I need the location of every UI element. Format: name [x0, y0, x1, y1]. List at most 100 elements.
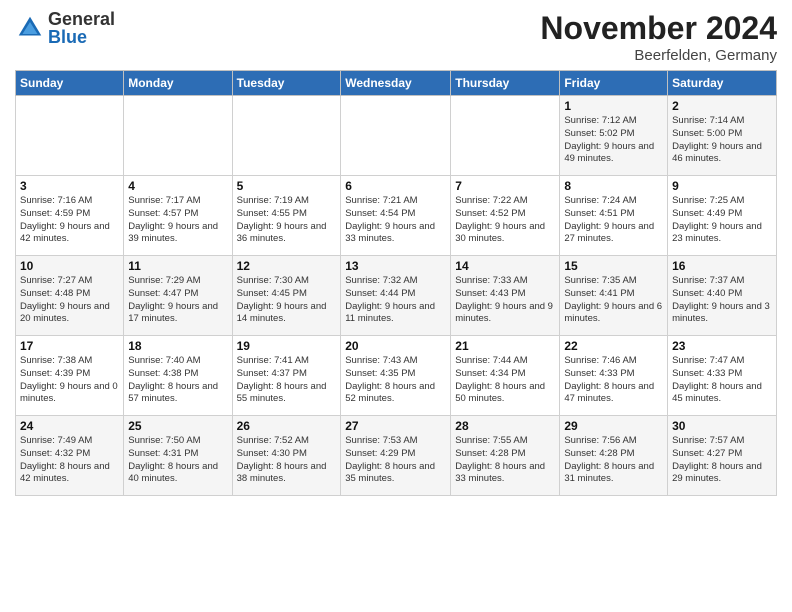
calendar-cell: 8Sunrise: 7:24 AM Sunset: 4:51 PM Daylig…: [560, 176, 668, 256]
calendar-cell: 4Sunrise: 7:17 AM Sunset: 4:57 PM Daylig…: [124, 176, 232, 256]
calendar-table: SundayMondayTuesdayWednesdayThursdayFrid…: [15, 70, 777, 496]
calendar-cell: 1Sunrise: 7:12 AM Sunset: 5:02 PM Daylig…: [560, 96, 668, 176]
day-number: 22: [564, 339, 663, 353]
day-number: 20: [345, 339, 446, 353]
day-info: Sunrise: 7:57 AM Sunset: 4:27 PM Dayligh…: [672, 435, 772, 486]
calendar-cell: 6Sunrise: 7:21 AM Sunset: 4:54 PM Daylig…: [341, 176, 451, 256]
calendar-cell: 5Sunrise: 7:19 AM Sunset: 4:55 PM Daylig…: [232, 176, 341, 256]
day-number: 19: [237, 339, 337, 353]
calendar-cell: 11 Sunrise: 7:29 AM Sunset: 4:47 PM Dayli…: [124, 256, 232, 336]
day-info: Sunrise: 7:40 AM Sunset: 4:38 PM Dayligh…: [128, 355, 227, 406]
day-info: Sunrise: 7:19 AM Sunset: 4:55 PM Dayligh…: [237, 195, 337, 246]
calendar-cell: 29 Sunrise: 7:56 AM Sunset: 4:28 PM Dayli…: [560, 416, 668, 496]
day-info: Sunrise: 7:33 AM Sunset: 4:43 PM Dayligh…: [455, 275, 555, 326]
day-info: Sunrise: 7:44 AM Sunset: 4:34 PM Dayligh…: [455, 355, 555, 406]
day-info: Sunrise: 7:43 AM Sunset: 4:35 PM Dayligh…: [345, 355, 446, 406]
calendar-cell: 24 Sunrise: 7:49 AM Sunset: 4:32 PM Dayli…: [16, 416, 124, 496]
day-number: 17: [20, 339, 119, 353]
calendar-cell: 19 Sunrise: 7:41 AM Sunset: 4:37 PM Dayli…: [232, 336, 341, 416]
day-number: 9: [672, 179, 772, 193]
page-container: General Blue November 2024 Beerfelden, G…: [0, 0, 792, 501]
day-info: Sunrise: 7:56 AM Sunset: 4:28 PM Dayligh…: [564, 435, 663, 486]
weekday-header-thursday: Thursday: [451, 71, 560, 96]
day-number: 7: [455, 179, 555, 193]
calendar-cell: [124, 96, 232, 176]
day-number: 26: [237, 419, 337, 433]
calendar-cell: 17 Sunrise: 7:38 AM Sunset: 4:39 PM Dayli…: [16, 336, 124, 416]
location: Beerfelden, Germany: [540, 47, 777, 64]
day-number: 24: [20, 419, 119, 433]
calendar-week-1: 1Sunrise: 7:12 AM Sunset: 5:02 PM Daylig…: [16, 96, 777, 176]
day-info: Sunrise: 7:52 AM Sunset: 4:30 PM Dayligh…: [237, 435, 337, 486]
weekday-header-tuesday: Tuesday: [232, 71, 341, 96]
calendar-cell: 23Sunrise: 7:47 AM Sunset: 4:33 PM Dayli…: [668, 336, 777, 416]
day-number: 15: [564, 259, 663, 273]
day-info: Sunrise: 7:55 AM Sunset: 4:28 PM Dayligh…: [455, 435, 555, 486]
calendar-cell: 22 Sunrise: 7:46 AM Sunset: 4:33 PM Dayli…: [560, 336, 668, 416]
day-info: Sunrise: 7:14 AM Sunset: 5:00 PM Dayligh…: [672, 115, 772, 166]
day-info: Sunrise: 7:12 AM Sunset: 5:02 PM Dayligh…: [564, 115, 663, 166]
calendar-cell: 30 Sunrise: 7:57 AM Sunset: 4:27 PM Dayli…: [668, 416, 777, 496]
day-info: Sunrise: 7:16 AM Sunset: 4:59 PM Dayligh…: [20, 195, 119, 246]
calendar-cell: 2 Sunrise: 7:14 AM Sunset: 5:00 PM Daylig…: [668, 96, 777, 176]
day-info: Sunrise: 7:47 AM Sunset: 4:33 PM Dayligh…: [672, 355, 772, 406]
logo-blue: Blue: [48, 28, 115, 46]
day-info: Sunrise: 7:49 AM Sunset: 4:32 PM Dayligh…: [20, 435, 119, 486]
calendar-header: SundayMondayTuesdayWednesdayThursdayFrid…: [16, 71, 777, 96]
weekday-header-monday: Monday: [124, 71, 232, 96]
calendar-cell: 9 Sunrise: 7:25 AM Sunset: 4:49 PM Daylig…: [668, 176, 777, 256]
calendar-week-4: 17 Sunrise: 7:38 AM Sunset: 4:39 PM Dayli…: [16, 336, 777, 416]
day-number: 29: [564, 419, 663, 433]
header: General Blue November 2024 Beerfelden, G…: [15, 10, 777, 64]
calendar-cell: 10 Sunrise: 7:27 AM Sunset: 4:48 PM Dayli…: [16, 256, 124, 336]
calendar-week-3: 10 Sunrise: 7:27 AM Sunset: 4:48 PM Dayli…: [16, 256, 777, 336]
day-number: 21: [455, 339, 555, 353]
logo: General Blue: [15, 10, 115, 46]
day-number: 13: [345, 259, 446, 273]
calendar-body: 1Sunrise: 7:12 AM Sunset: 5:02 PM Daylig…: [16, 96, 777, 496]
day-info: Sunrise: 7:35 AM Sunset: 4:41 PM Dayligh…: [564, 275, 663, 326]
day-number: 11: [128, 259, 227, 273]
logo-icon: [15, 13, 45, 43]
day-number: 8: [564, 179, 663, 193]
day-info: Sunrise: 7:46 AM Sunset: 4:33 PM Dayligh…: [564, 355, 663, 406]
logo-text: General Blue: [48, 10, 115, 46]
day-number: 27: [345, 419, 446, 433]
weekday-header-saturday: Saturday: [668, 71, 777, 96]
day-info: Sunrise: 7:32 AM Sunset: 4:44 PM Dayligh…: [345, 275, 446, 326]
day-info: Sunrise: 7:30 AM Sunset: 4:45 PM Dayligh…: [237, 275, 337, 326]
day-number: 2: [672, 99, 772, 113]
calendar-cell: [16, 96, 124, 176]
day-number: 6: [345, 179, 446, 193]
logo-general: General: [48, 10, 115, 28]
calendar-cell: 26 Sunrise: 7:52 AM Sunset: 4:30 PM Dayli…: [232, 416, 341, 496]
day-number: 10: [20, 259, 119, 273]
day-info: Sunrise: 7:22 AM Sunset: 4:52 PM Dayligh…: [455, 195, 555, 246]
calendar-cell: [232, 96, 341, 176]
weekday-header-friday: Friday: [560, 71, 668, 96]
day-info: Sunrise: 7:25 AM Sunset: 4:49 PM Dayligh…: [672, 195, 772, 246]
calendar-cell: 20 Sunrise: 7:43 AM Sunset: 4:35 PM Dayli…: [341, 336, 451, 416]
weekday-header-sunday: Sunday: [16, 71, 124, 96]
day-info: Sunrise: 7:41 AM Sunset: 4:37 PM Dayligh…: [237, 355, 337, 406]
day-info: Sunrise: 7:29 AM Sunset: 4:47 PM Dayligh…: [128, 275, 227, 326]
day-number: 30: [672, 419, 772, 433]
calendar-cell: 15 Sunrise: 7:35 AM Sunset: 4:41 PM Dayli…: [560, 256, 668, 336]
day-number: 3: [20, 179, 119, 193]
weekday-row: SundayMondayTuesdayWednesdayThursdayFrid…: [16, 71, 777, 96]
day-info: Sunrise: 7:37 AM Sunset: 4:40 PM Dayligh…: [672, 275, 772, 326]
calendar-cell: 3 Sunrise: 7:16 AM Sunset: 4:59 PM Daylig…: [16, 176, 124, 256]
day-info: Sunrise: 7:53 AM Sunset: 4:29 PM Dayligh…: [345, 435, 446, 486]
calendar-cell: 18Sunrise: 7:40 AM Sunset: 4:38 PM Dayli…: [124, 336, 232, 416]
day-number: 12: [237, 259, 337, 273]
calendar-cell: 14Sunrise: 7:33 AM Sunset: 4:43 PM Dayli…: [451, 256, 560, 336]
calendar-cell: 25Sunrise: 7:50 AM Sunset: 4:31 PM Dayli…: [124, 416, 232, 496]
calendar-cell: 13 Sunrise: 7:32 AM Sunset: 4:44 PM Dayli…: [341, 256, 451, 336]
day-info: Sunrise: 7:27 AM Sunset: 4:48 PM Dayligh…: [20, 275, 119, 326]
calendar-week-2: 3 Sunrise: 7:16 AM Sunset: 4:59 PM Daylig…: [16, 176, 777, 256]
day-number: 28: [455, 419, 555, 433]
day-info: Sunrise: 7:38 AM Sunset: 4:39 PM Dayligh…: [20, 355, 119, 406]
day-number: 25: [128, 419, 227, 433]
calendar-cell: 21 Sunrise: 7:44 AM Sunset: 4:34 PM Dayli…: [451, 336, 560, 416]
calendar-week-5: 24 Sunrise: 7:49 AM Sunset: 4:32 PM Dayli…: [16, 416, 777, 496]
